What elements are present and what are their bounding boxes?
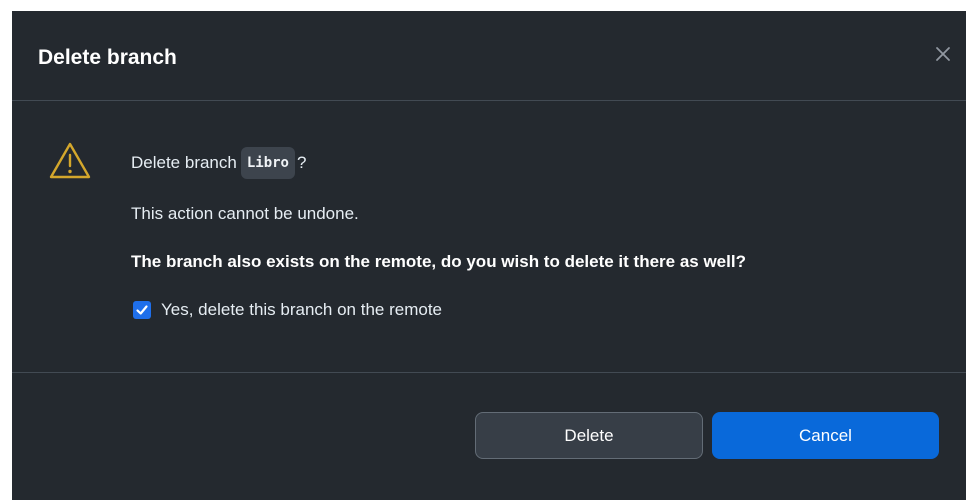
- branch-name-code: Libro: [240, 147, 295, 179]
- remote-question-text: The branch also exists on the remote, do…: [131, 252, 746, 271]
- checkmark-icon: [136, 305, 148, 315]
- delete-remote-checkbox[interactable]: [133, 301, 151, 319]
- dialog-body: Delete branch Libro? This action cannot b…: [12, 101, 966, 373]
- delete-branch-dialog: Delete branch Delete branch Libro? This a…: [12, 11, 966, 500]
- close-button[interactable]: [930, 41, 956, 67]
- dialog-header: Delete branch: [12, 11, 966, 101]
- delete-remote-checkbox-label[interactable]: Yes, delete this branch on the remote: [161, 300, 442, 320]
- delete-button[interactable]: Delete: [475, 412, 703, 459]
- dialog-title: Delete branch: [38, 46, 177, 69]
- delete-prompt-prefix: Delete branch: [131, 153, 237, 172]
- delete-prompt: Delete branch Libro?: [131, 147, 306, 179]
- warning-icon: [49, 142, 91, 179]
- undone-warning-text: This action cannot be undone.: [131, 204, 359, 223]
- delete-remote-checkbox-row[interactable]: Yes, delete this branch on the remote: [133, 297, 442, 323]
- delete-prompt-suffix: ?: [297, 153, 307, 172]
- dialog-footer: Delete Cancel: [12, 373, 966, 500]
- cancel-button[interactable]: Cancel: [712, 412, 939, 459]
- close-icon: [936, 47, 950, 61]
